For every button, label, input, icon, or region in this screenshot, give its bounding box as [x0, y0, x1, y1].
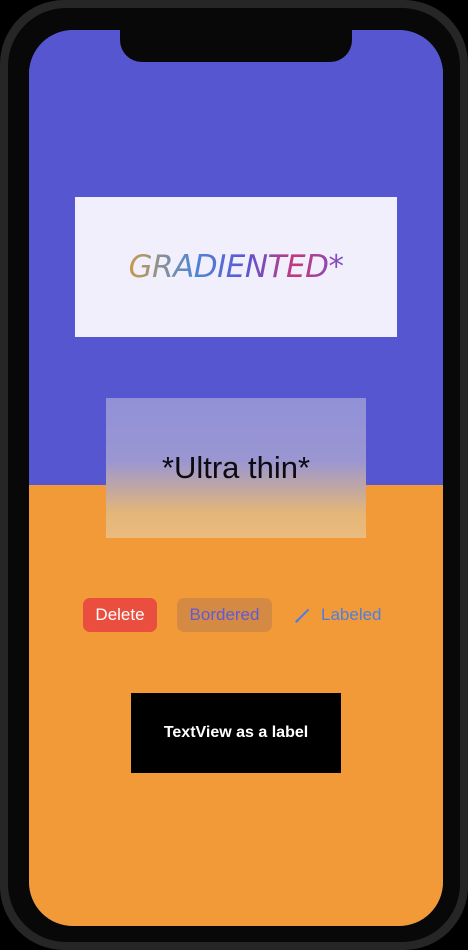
gradient-text: GRADIENTED* — [128, 249, 344, 285]
ultra-thin-text: *Ultra thin* — [161, 450, 311, 485]
screen: GRADIENTED* *Ultra thin* Delete Bordered… — [29, 30, 443, 926]
labeled-button-label: Labeled — [321, 605, 382, 624]
gradient-text-card: GRADIENTED* — [75, 197, 397, 337]
ultra-thin-material-card: *Ultra thin* — [106, 398, 366, 538]
textview-label: TextView as a label — [131, 693, 341, 773]
bordered-button-label: Bordered — [189, 605, 260, 624]
phone-frame: GRADIENTED* *Ultra thin* Delete Bordered… — [0, 0, 468, 950]
pencil-icon — [295, 607, 311, 623]
delete-button[interactable]: Delete — [83, 598, 157, 632]
delete-button-label: Delete — [95, 605, 145, 624]
notch — [120, 30, 352, 62]
textview-label-text: TextView as a label — [163, 724, 309, 741]
bordered-button[interactable]: Bordered — [177, 598, 272, 632]
labeled-button[interactable]: Labeled — [295, 598, 387, 632]
